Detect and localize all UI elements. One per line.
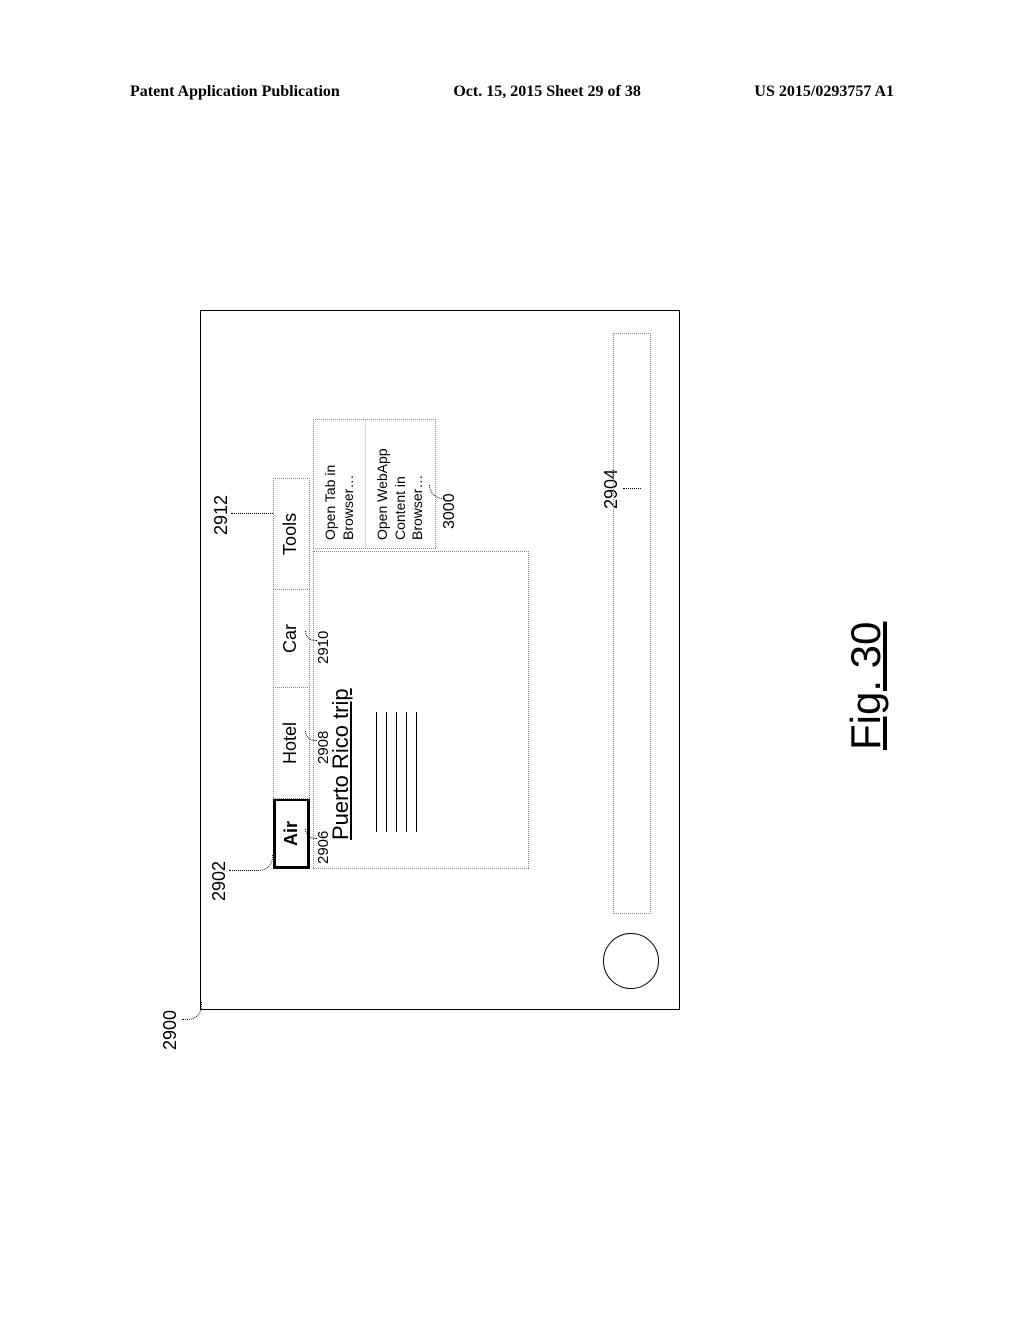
figure-inner: 2900 2902 2912 Air Hotel Car Tools 2906 … [160,270,910,1050]
content-line [416,712,426,832]
content-line [376,712,386,832]
menu-open-tab[interactable]: Open Tab in Browser… [314,420,366,548]
leader-2902 [229,855,273,871]
tab-hotel[interactable]: Hotel [273,687,310,799]
tab-car[interactable]: Car [273,589,310,688]
content-line [396,712,406,832]
page-header: Patent Application Publication Oct. 15, … [130,83,894,101]
content-panel: Puerto Rico trip [313,551,529,869]
content-line [406,712,416,832]
ref-2912: 2912 [211,495,232,535]
figure-caption: Fig. 30 [842,622,890,750]
content-lines [376,712,426,832]
content-title: Puerto Rico trip [328,564,354,840]
menu-open-webapp[interactable]: Open WebApp Content in Browser… [366,420,435,548]
ref-2902: 2902 [209,861,230,901]
header-right: US 2015/0293757 A1 [754,83,894,101]
device-frame: 2902 2912 Air Hotel Car Tools 2906 2908 … [200,310,680,1010]
tools-menu: Open Tab in Browser… Open WebApp Content… [313,419,436,549]
leader-2900 [182,1002,202,1020]
bottom-bar [613,333,651,914]
ref-2900: 2900 [160,1010,181,1050]
figure-stage: 2900 2902 2912 Air Hotel Car Tools 2906 … [160,270,910,1050]
tabstrip: Air Hotel Car Tools [273,479,310,869]
tab-air[interactable]: Air [273,798,310,869]
header-left: Patent Application Publication [130,83,340,101]
tab-tools[interactable]: Tools [273,478,310,590]
header-center: Oct. 15, 2015 Sheet 29 of 38 [453,83,641,101]
home-button[interactable] [603,933,659,989]
leader-2912 [231,513,273,514]
content-line [386,712,396,832]
